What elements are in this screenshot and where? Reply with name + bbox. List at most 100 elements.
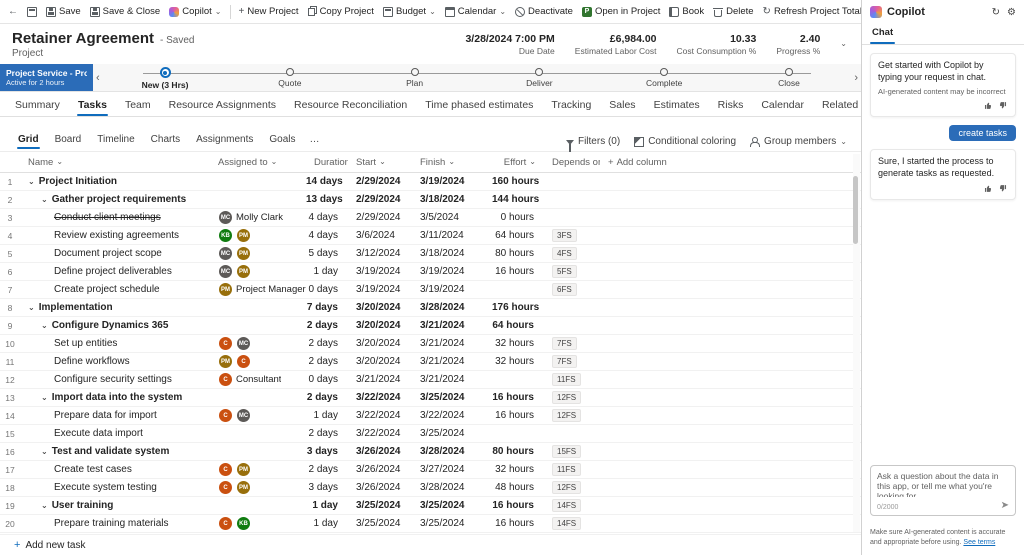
- budget-button[interactable]: Budget⌄: [379, 4, 440, 19]
- task-row[interactable]: 15Execute data import2 days3/22/20243/25…: [0, 425, 861, 443]
- see-terms-link[interactable]: See terms: [963, 539, 995, 546]
- task-row[interactable]: 20Prepare training materialsCKB1 day3/25…: [0, 515, 861, 533]
- task-row[interactable]: 7Create project schedulePMProject Manage…: [0, 281, 861, 299]
- settings-gear-icon[interactable]: ⚙: [1007, 7, 1016, 18]
- book-button[interactable]: Book: [665, 4, 708, 19]
- scrollbar-thumb[interactable]: [853, 176, 858, 244]
- copy-project-button[interactable]: Copy Project: [304, 4, 378, 19]
- expand-button[interactable]: [23, 5, 41, 19]
- tab-estimates[interactable]: Estimates: [645, 94, 709, 116]
- task-row[interactable]: 11Define workflowsPMC2 days3/20/20243/21…: [0, 353, 861, 371]
- new-project-button[interactable]: +New Project: [235, 4, 303, 19]
- tab-team[interactable]: Team: [116, 94, 160, 116]
- task-row[interactable]: 4Review existing agreementsKBPM4 days3/6…: [0, 227, 861, 245]
- chat-input[interactable]: [877, 471, 1009, 497]
- collapse-icon[interactable]: ⌄: [28, 304, 35, 312]
- task-row[interactable]: 5Document project scopeMCPM5 days3/12/20…: [0, 245, 861, 263]
- process-nav-left[interactable]: ‹: [93, 64, 103, 91]
- task-row[interactable]: 1⌄Project Initiation14 days2/29/20243/19…: [0, 173, 861, 191]
- add-column-button[interactable]: +Add column: [600, 157, 861, 168]
- task-row[interactable]: 17Create test casesCPM2 days3/26/20243/2…: [0, 461, 861, 479]
- thumbs-down-icon[interactable]: [999, 184, 1008, 193]
- tab-sales[interactable]: Sales: [600, 94, 644, 116]
- tab-time-phased-estimates[interactable]: Time phased estimates: [416, 94, 542, 116]
- task-row[interactable]: 8⌄Implementation7 days3/20/20243/28/2024…: [0, 299, 861, 317]
- collapse-icon[interactable]: ⌄: [41, 322, 48, 330]
- thumbs-up-icon[interactable]: [983, 101, 992, 110]
- tab-chat[interactable]: Chat: [870, 24, 895, 44]
- column-duration[interactable]: Duration⌄: [306, 157, 348, 168]
- duration-cell: 0 days: [306, 284, 348, 295]
- back-button[interactable]: ←: [4, 5, 22, 19]
- collapse-icon[interactable]: ⌄: [41, 394, 48, 402]
- process-name-box[interactable]: Project Service - Project ... Active for…: [0, 64, 93, 91]
- bpf-stage-new-3-hrs[interactable]: New (3 Hrs): [103, 64, 228, 91]
- column-assigned-to[interactable]: Assigned to⌄: [210, 157, 306, 168]
- task-row[interactable]: 10Set up entitiesCMC2 days3/20/20243/21/…: [0, 335, 861, 353]
- thumbs-down-icon[interactable]: [999, 101, 1008, 110]
- copilot-menu-button[interactable]: Copilot⌄: [165, 4, 225, 19]
- column-name[interactable]: Name⌄: [20, 157, 210, 168]
- save-button[interactable]: Save: [42, 4, 85, 19]
- view-tab-timeline[interactable]: Timeline: [89, 130, 142, 149]
- bpf-stage-plan[interactable]: Plan: [352, 64, 477, 91]
- collapse-icon[interactable]: ⌄: [28, 178, 35, 186]
- collapse-icon[interactable]: ⌄: [41, 196, 48, 204]
- deactivate-button[interactable]: Deactivate: [511, 4, 577, 19]
- column-start[interactable]: Start⌄: [348, 157, 412, 168]
- history-icon[interactable]: ↻: [992, 7, 1000, 18]
- task-row[interactable]: 13⌄Import data into the system2 days3/22…: [0, 389, 861, 407]
- task-row[interactable]: 3Conduct client meetingsMCMolly Clark4 d…: [0, 209, 861, 227]
- tab-risks[interactable]: Risks: [709, 94, 753, 116]
- view-tab-grid[interactable]: Grid: [10, 130, 47, 149]
- collapse-icon[interactable]: ⌄: [41, 502, 48, 510]
- bpf-stage-deliver[interactable]: Deliver: [477, 64, 602, 91]
- bpf-stage-close[interactable]: Close: [727, 64, 852, 91]
- task-row[interactable]: 6Define project deliverablesMCPM1 day3/1…: [0, 263, 861, 281]
- save-and-close-button[interactable]: Save & Close: [86, 4, 165, 19]
- column-effort[interactable]: Effort⌄: [492, 157, 544, 168]
- tab-resource-reconciliation[interactable]: Resource Reconciliation: [285, 94, 416, 116]
- row-number: 17: [0, 465, 20, 475]
- conditional-coloring-button[interactable]: Conditional coloring: [632, 134, 738, 149]
- view-tab-assignments[interactable]: Assignments: [188, 130, 261, 149]
- open-in-project-button[interactable]: POpen in Project: [578, 4, 664, 19]
- send-icon[interactable]: ➤: [1001, 501, 1009, 511]
- task-row[interactable]: 9⌄Configure Dynamics 3652 days3/20/20243…: [0, 317, 861, 335]
- refresh-project-totals-button[interactable]: ↻Refresh Project Totals: [759, 4, 861, 19]
- add-new-task-button[interactable]: + Add new task: [0, 534, 861, 555]
- task-row[interactable]: 12Configure security settingsCConsultant…: [0, 371, 861, 389]
- bpf-stage-complete[interactable]: Complete: [602, 64, 727, 91]
- tab-calendar[interactable]: Calendar: [752, 94, 813, 116]
- task-row[interactable]: 21Conduct user training sessionsKBC0 day…: [0, 533, 861, 534]
- task-row[interactable]: 18Execute system testingCPM3 days3/26/20…: [0, 479, 861, 497]
- tab-related[interactable]: Related⌄: [813, 94, 861, 116]
- bpf-stage-quote[interactable]: Quote: [227, 64, 352, 91]
- task-row[interactable]: 19⌄User training1 day3/25/20243/25/20241…: [0, 497, 861, 515]
- more-views-icon[interactable]: …: [304, 130, 326, 149]
- chevron-down-icon[interactable]: ⌄: [840, 40, 847, 48]
- thumbs-up-icon[interactable]: [983, 184, 992, 193]
- tab-label: Resource Reconciliation: [294, 99, 407, 111]
- depends-badge: 7FS: [552, 355, 577, 368]
- tab-label: Summary: [15, 99, 60, 111]
- task-row[interactable]: 16⌄Test and validate system3 days3/26/20…: [0, 443, 861, 461]
- vertical-scrollbar[interactable]: [853, 154, 860, 532]
- task-row[interactable]: 2⌄Gather project requirements13 days2/29…: [0, 191, 861, 209]
- collapse-icon[interactable]: ⌄: [41, 448, 48, 456]
- column-finish[interactable]: Finish⌄: [412, 157, 492, 168]
- view-tab-goals[interactable]: Goals: [261, 130, 303, 149]
- calendar-button[interactable]: Calendar⌄: [441, 4, 510, 19]
- view-tab-board[interactable]: Board: [47, 130, 90, 149]
- view-tab-charts[interactable]: Charts: [143, 130, 188, 149]
- tab-resource-assignments[interactable]: Resource Assignments: [160, 94, 285, 116]
- task-row[interactable]: 14Prepare data for importCMC1 day3/22/20…: [0, 407, 861, 425]
- column-depends-on[interactable]: Depends on⌄: [544, 157, 600, 168]
- tab-tasks[interactable]: Tasks: [69, 94, 116, 116]
- tab-tracking[interactable]: Tracking: [542, 94, 600, 116]
- group-members-button[interactable]: Group members⌄: [748, 134, 849, 149]
- delete-button[interactable]: Delete: [709, 4, 757, 19]
- process-nav-right[interactable]: ›: [851, 64, 861, 91]
- filters-button[interactable]: Filters (0): [564, 134, 622, 149]
- tab-summary[interactable]: Summary: [6, 94, 69, 116]
